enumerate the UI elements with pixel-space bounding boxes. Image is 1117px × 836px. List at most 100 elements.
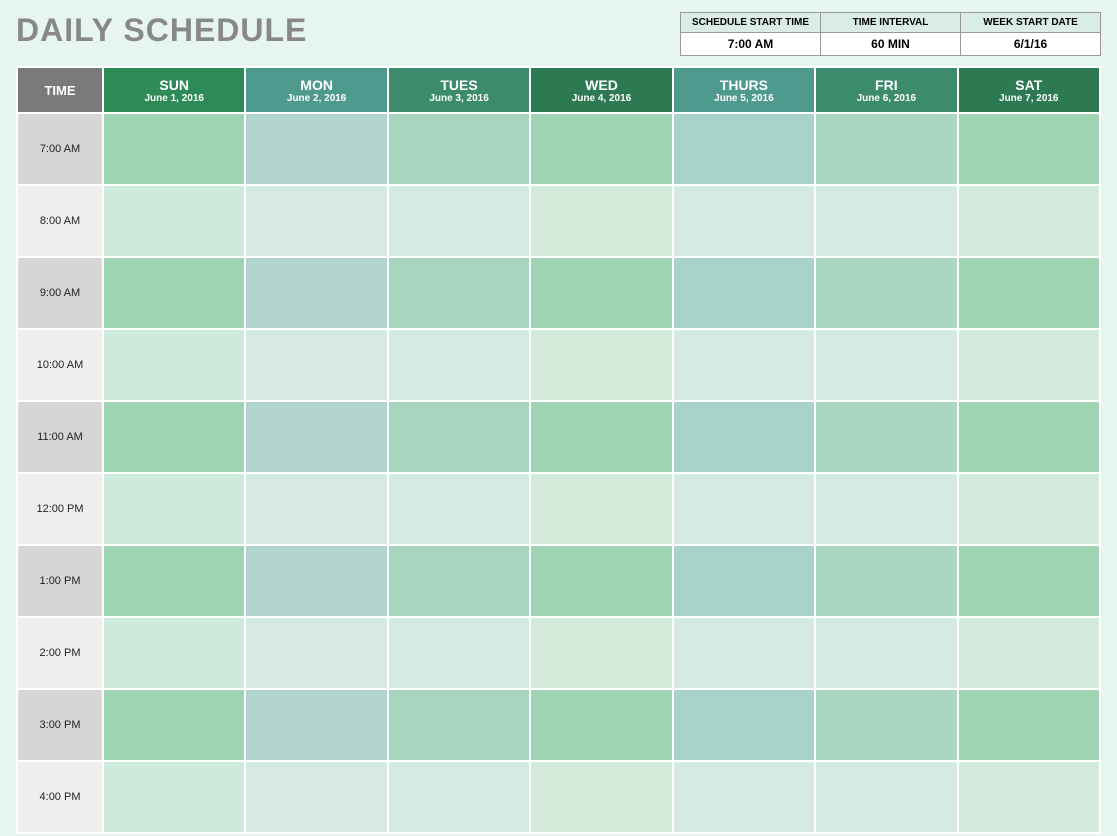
- schedule-cell[interactable]: [245, 545, 387, 617]
- schedule-cell[interactable]: [103, 401, 245, 473]
- schedule-cell[interactable]: [103, 329, 245, 401]
- config-value-interval[interactable]: 60 MIN: [821, 33, 961, 56]
- schedule-cell[interactable]: [103, 761, 245, 833]
- schedule-cell[interactable]: [530, 689, 672, 761]
- schedule-cell[interactable]: [245, 473, 387, 545]
- schedule-cell[interactable]: [388, 113, 530, 185]
- day-date: June 7, 2016: [959, 93, 1099, 104]
- time-cell: 7:00 AM: [17, 113, 103, 185]
- schedule-row: 7:00 AM: [17, 113, 1100, 185]
- day-name: SAT: [959, 77, 1099, 93]
- schedule-row: 3:00 PM: [17, 689, 1100, 761]
- schedule-cell[interactable]: [103, 257, 245, 329]
- schedule-cell[interactable]: [815, 329, 957, 401]
- schedule-cell[interactable]: [388, 689, 530, 761]
- schedule-cell[interactable]: [815, 473, 957, 545]
- schedule-cell[interactable]: [245, 329, 387, 401]
- schedule-cell[interactable]: [673, 113, 815, 185]
- schedule-cell[interactable]: [388, 257, 530, 329]
- schedule-cell[interactable]: [673, 329, 815, 401]
- schedule-cell[interactable]: [958, 545, 1100, 617]
- schedule-cell[interactable]: [958, 113, 1100, 185]
- day-header-fri: FRI June 6, 2016: [815, 67, 957, 113]
- schedule-cell[interactable]: [673, 185, 815, 257]
- schedule-cell[interactable]: [673, 545, 815, 617]
- schedule-cell[interactable]: [673, 257, 815, 329]
- schedule-cell[interactable]: [958, 185, 1100, 257]
- schedule-row: 11:00 AM: [17, 401, 1100, 473]
- schedule-cell[interactable]: [530, 113, 672, 185]
- schedule-cell[interactable]: [530, 761, 672, 833]
- schedule-cell[interactable]: [673, 473, 815, 545]
- schedule-cell[interactable]: [958, 473, 1100, 545]
- schedule-cell[interactable]: [958, 761, 1100, 833]
- config-value-week-start[interactable]: 6/1/16: [961, 33, 1101, 56]
- schedule-cell[interactable]: [245, 113, 387, 185]
- schedule-cell[interactable]: [530, 473, 672, 545]
- schedule-row: 2:00 PM: [17, 617, 1100, 689]
- schedule-cell[interactable]: [530, 617, 672, 689]
- schedule-cell[interactable]: [530, 329, 672, 401]
- day-date: June 6, 2016: [816, 93, 956, 104]
- time-cell: 2:00 PM: [17, 617, 103, 689]
- day-date: June 2, 2016: [246, 93, 386, 104]
- time-cell: 8:00 AM: [17, 185, 103, 257]
- config-header-week-start: WEEK START DATE: [961, 13, 1101, 33]
- day-date: June 4, 2016: [531, 93, 671, 104]
- schedule-row: 1:00 PM: [17, 545, 1100, 617]
- schedule-cell[interactable]: [673, 761, 815, 833]
- schedule-cell[interactable]: [530, 545, 672, 617]
- schedule-cell[interactable]: [245, 617, 387, 689]
- time-cell: 3:00 PM: [17, 689, 103, 761]
- schedule-cell[interactable]: [388, 401, 530, 473]
- schedule-cell[interactable]: [530, 257, 672, 329]
- schedule-cell[interactable]: [530, 401, 672, 473]
- schedule-cell[interactable]: [245, 257, 387, 329]
- time-cell: 11:00 AM: [17, 401, 103, 473]
- schedule-cell[interactable]: [815, 617, 957, 689]
- schedule-cell[interactable]: [388, 761, 530, 833]
- schedule-row: 4:00 PM: [17, 761, 1100, 833]
- schedule-cell[interactable]: [245, 401, 387, 473]
- schedule-header-row: TIME SUN June 1, 2016 MON June 2, 2016 T…: [17, 67, 1100, 113]
- schedule-cell[interactable]: [815, 113, 957, 185]
- page-title: DAILY SCHEDULE: [16, 12, 307, 49]
- schedule-cell[interactable]: [103, 113, 245, 185]
- schedule-cell[interactable]: [103, 473, 245, 545]
- day-header-mon: MON June 2, 2016: [245, 67, 387, 113]
- schedule-cell[interactable]: [815, 257, 957, 329]
- header-row: DAILY SCHEDULE SCHEDULE START TIME TIME …: [16, 12, 1101, 56]
- schedule-cell[interactable]: [815, 401, 957, 473]
- config-table: SCHEDULE START TIME TIME INTERVAL WEEK S…: [680, 12, 1101, 56]
- schedule-cell[interactable]: [245, 689, 387, 761]
- schedule-cell[interactable]: [103, 617, 245, 689]
- schedule-cell[interactable]: [103, 689, 245, 761]
- day-header-thurs: THURS June 5, 2016: [673, 67, 815, 113]
- schedule-cell[interactable]: [958, 329, 1100, 401]
- schedule-cell[interactable]: [815, 689, 957, 761]
- schedule-cell[interactable]: [815, 545, 957, 617]
- schedule-cell[interactable]: [815, 185, 957, 257]
- schedule-cell[interactable]: [958, 257, 1100, 329]
- schedule-cell[interactable]: [245, 185, 387, 257]
- schedule-cell[interactable]: [530, 185, 672, 257]
- schedule-cell[interactable]: [815, 761, 957, 833]
- config-value-start-time[interactable]: 7:00 AM: [681, 33, 821, 56]
- schedule-cell[interactable]: [958, 689, 1100, 761]
- schedule-cell[interactable]: [673, 401, 815, 473]
- schedule-cell[interactable]: [388, 473, 530, 545]
- schedule-cell[interactable]: [673, 617, 815, 689]
- schedule-cell[interactable]: [958, 401, 1100, 473]
- day-name: FRI: [816, 77, 956, 93]
- schedule-cell[interactable]: [103, 545, 245, 617]
- schedule-cell[interactable]: [388, 329, 530, 401]
- schedule-cell[interactable]: [388, 617, 530, 689]
- schedule-cell[interactable]: [388, 545, 530, 617]
- schedule-cell[interactable]: [103, 185, 245, 257]
- schedule-cell[interactable]: [388, 185, 530, 257]
- schedule-cell[interactable]: [958, 617, 1100, 689]
- schedule-cell[interactable]: [673, 689, 815, 761]
- config-header-start-time: SCHEDULE START TIME: [681, 13, 821, 33]
- schedule-cell[interactable]: [245, 761, 387, 833]
- schedule-row: 10:00 AM: [17, 329, 1100, 401]
